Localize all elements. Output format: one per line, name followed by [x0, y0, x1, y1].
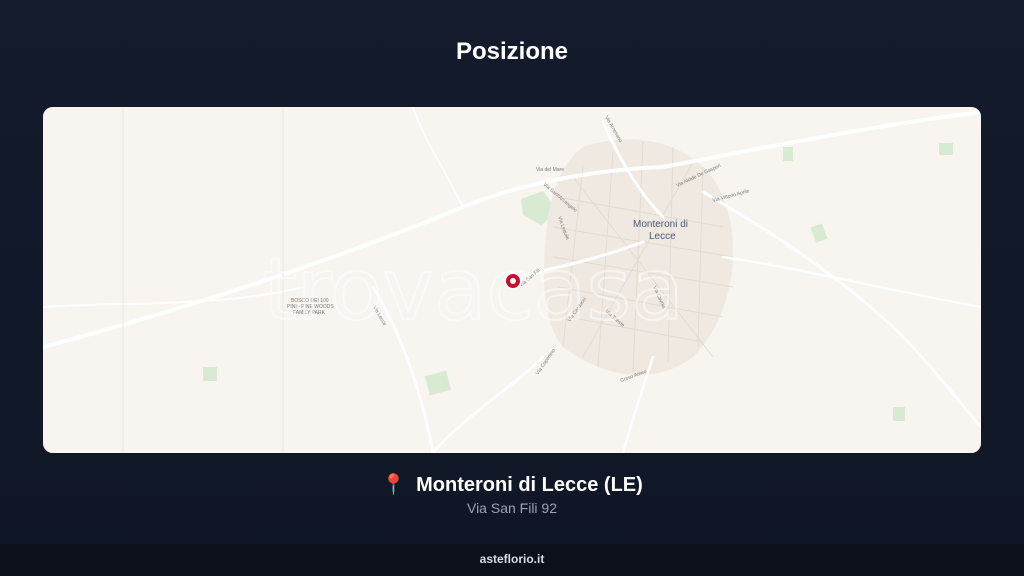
map-view[interactable]: Via del Mare Via San Fili Via Alcide De … — [43, 107, 981, 453]
round-pushpin-icon: 📍 — [381, 474, 407, 496]
watermark-logo: trovacasa — [263, 240, 684, 340]
location-pin-icon[interactable] — [504, 272, 522, 290]
street-label: Via del Mare — [536, 167, 564, 173]
address-text: Via San Fili 92 — [466, 500, 557, 516]
town-name: Monteroni di Lecce (LE) — [416, 474, 643, 496]
footer-brand: asteflorio.it — [479, 552, 545, 566]
map-canvas: Via del Mare Via San Fili Via Alcide De … — [43, 107, 981, 453]
location-title: 📍 Monteroni di Lecce (LE) — [0, 472, 1024, 497]
svg-text:Monteroni di: Monteroni di — [633, 219, 688, 230]
page-title: Posizione — [455, 38, 569, 65]
footer-bar: asteflorio.it — [0, 544, 1024, 576]
